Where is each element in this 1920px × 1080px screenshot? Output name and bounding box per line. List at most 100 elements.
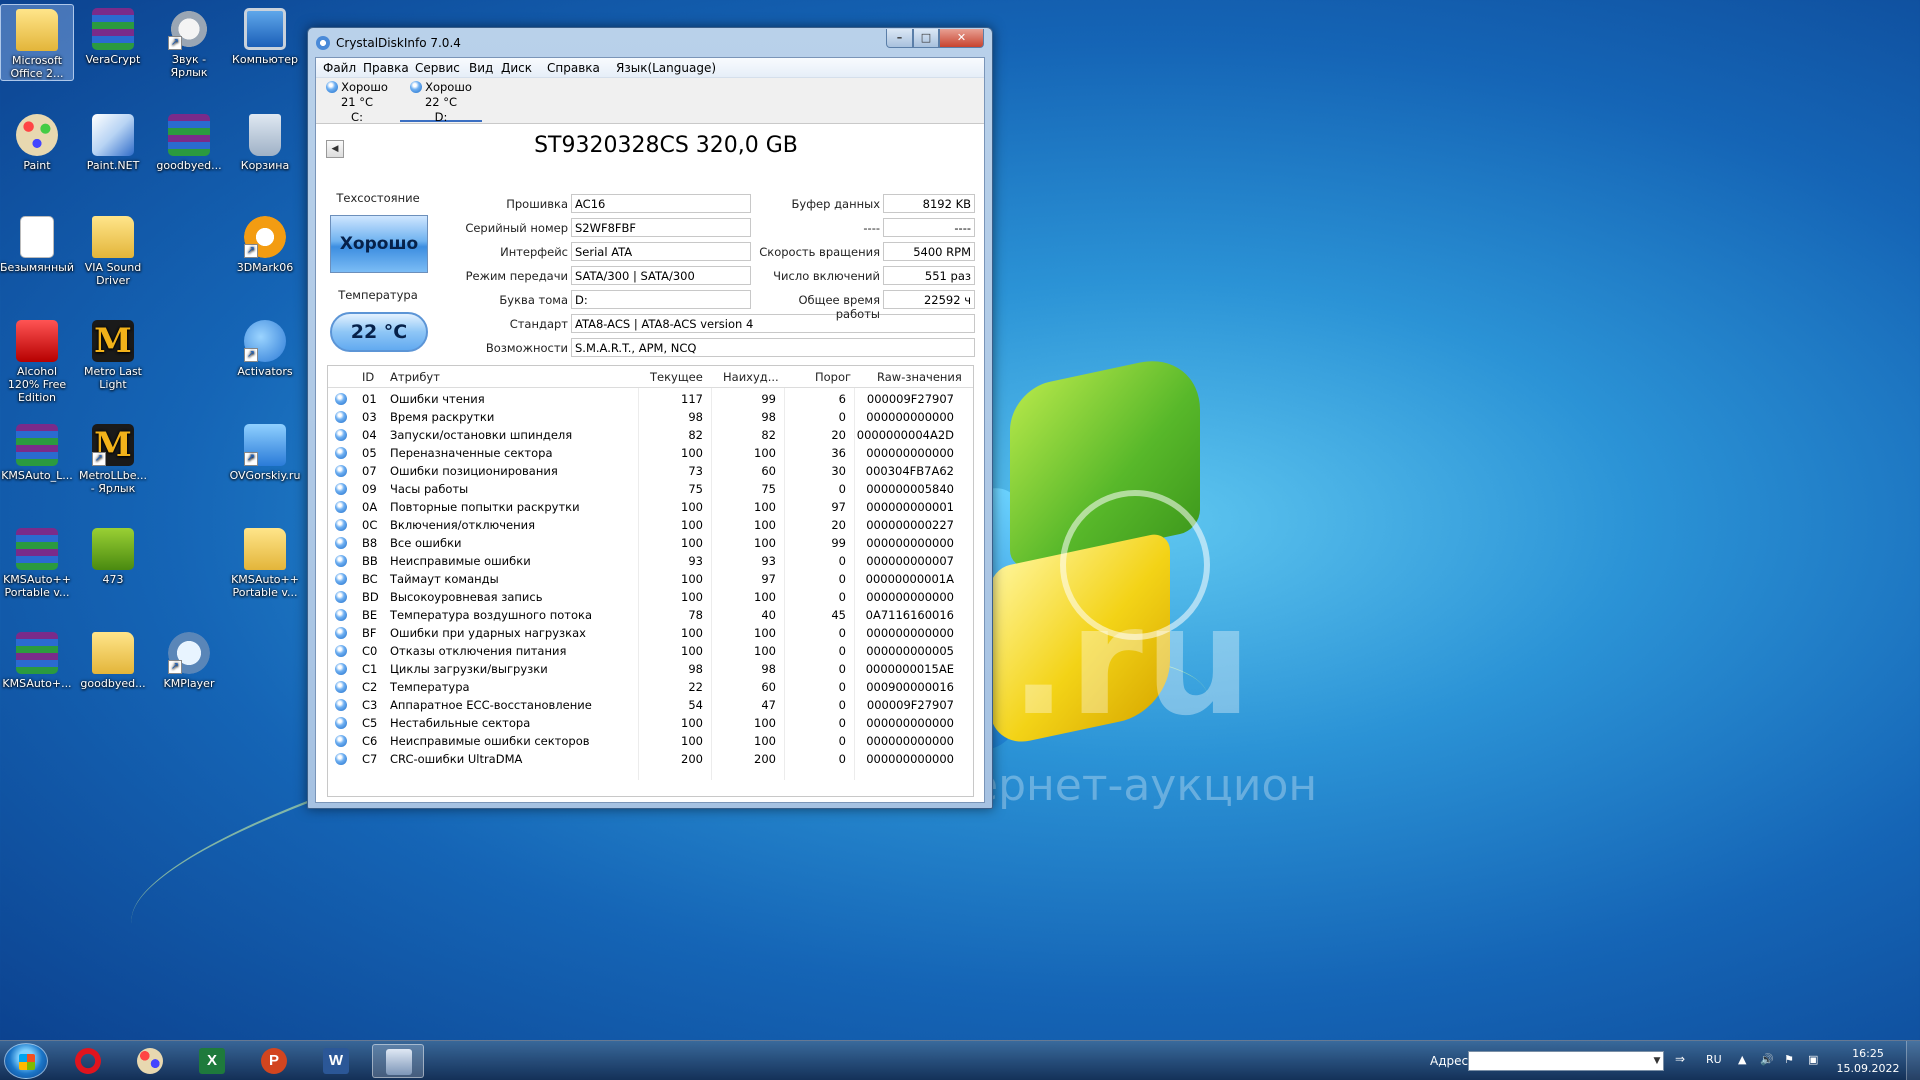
desktop-icon-n473[interactable]: 473 — [76, 524, 150, 586]
cell-raw: 0000000004A2D — [856, 428, 954, 442]
taskbar-crystaldiskinfo[interactable] — [372, 1044, 424, 1078]
minimize-button[interactable]: – — [886, 29, 913, 48]
start-button[interactable] — [4, 1043, 48, 1079]
window-title: CrystalDiskInfo 7.0.4 — [336, 36, 461, 50]
table-row[interactable]: BE Температура воздушного потока 78 40 45 0A7… — [328, 606, 973, 624]
maximize-button[interactable]: □ — [913, 29, 939, 48]
app-icon — [316, 36, 330, 50]
table-row[interactable]: 01 Ошибки чтения 117 99 6 000009F27907 — [328, 390, 973, 408]
model-row: ◀ ST9320328CS 320,0 GB — [316, 124, 984, 160]
network-icon[interactable]: ▣ — [1808, 1053, 1818, 1066]
volume-icon[interactable]: 🔊 — [1760, 1053, 1774, 1066]
desktop-icon-goodbyed1[interactable]: goodbyed... — [152, 110, 226, 172]
desktop-icon-office[interactable]: Microsoft Office 2... — [0, 4, 74, 81]
menu-file[interactable]: Файл — [323, 61, 356, 75]
desktop-icon-kmsauto3[interactable]: KMSAuto++ Portable v... — [228, 524, 302, 599]
close-button[interactable]: ✕ — [939, 29, 984, 48]
table-row[interactable]: 05 Переназначенные сектора 100 100 36 0000000… — [328, 444, 973, 462]
desktop-icon-kmsauto1[interactable]: KMSAuto_L... — [0, 420, 74, 482]
table-row[interactable]: 04 Запуски/остановки шпинделя 82 82 20 000000… — [328, 426, 973, 444]
table-row[interactable]: C3 Аппаратное ECC-восстановление 54 47 0 0000… — [328, 696, 973, 714]
desktop-icon-label: goodbyed... — [80, 677, 146, 690]
table-row[interactable]: BD Высокоуровневая запись 100 100 0 000000000… — [328, 588, 973, 606]
taskbar-paint[interactable] — [124, 1044, 176, 1078]
cell-attr: CRC-ошибки UltraDMA — [390, 752, 523, 766]
table-row[interactable]: 0A Повторные попытки раскрутки 100 100 97 000… — [328, 498, 973, 516]
desktop-icon-veracrypt[interactable]: VeraCrypt — [76, 4, 150, 66]
table-row[interactable]: BB Неисправимые ошибки 93 93 0 000000000007 — [328, 552, 973, 570]
language-indicator[interactable]: RU — [1706, 1053, 1722, 1066]
table-row[interactable]: 0C Включения/отключения 100 100 20 0000000002… — [328, 516, 973, 534]
menu-language[interactable]: Язык(Language) — [616, 61, 716, 75]
status-dot-icon — [335, 717, 347, 729]
table-row[interactable]: C1 Циклы загрузки/выгрузки 98 98 0 0000000015… — [328, 660, 973, 678]
menu-service[interactable]: Сервис — [415, 61, 460, 75]
poweron-hours-value: 22592 ч — [883, 290, 975, 309]
table-row[interactable]: C7 CRC-ошибки UltraDMA 200 200 0 000000000000 — [328, 750, 973, 768]
col-attribute[interactable]: Атрибут — [390, 370, 440, 384]
address-input[interactable] — [1468, 1051, 1664, 1071]
menu-help[interactable]: Справка — [547, 61, 600, 75]
taskbar-excel[interactable]: X — [186, 1044, 238, 1078]
disk-status: Хорошо — [425, 80, 472, 94]
cell-threshold: 0 — [838, 644, 846, 658]
desktop-icon-recycle[interactable]: Корзина — [228, 110, 302, 172]
desktop-icon-3dmark[interactable]: ↗ 3DMark06 — [228, 212, 302, 274]
table-row[interactable]: BF Ошибки при ударных нагрузках 100 100 0 000… — [328, 624, 973, 642]
table-row[interactable]: 07 Ошибки позиционирования 73 60 30 000304FB7… — [328, 462, 973, 480]
menu-view[interactable]: Вид — [469, 61, 493, 75]
desktop-icon-metrollbe[interactable]: M ↗ MetroLLbe... - Ярлык — [76, 420, 150, 495]
table-row[interactable]: B8 Все ошибки 100 100 99 000000000000 — [328, 534, 973, 552]
cell-raw: 000000000000 — [866, 716, 954, 730]
health-status[interactable]: Хорошо — [330, 215, 428, 273]
desktop-icon-paint[interactable]: Paint — [0, 110, 74, 172]
interface-label: Интерфейс — [500, 245, 568, 259]
taskbar-opera[interactable] — [62, 1044, 114, 1078]
desktop-icon-kmsauto2[interactable]: KMSAuto++ Portable v... — [0, 524, 74, 599]
smart-table[interactable]: ID Атрибут Текущее Наихуд... Порог Raw-з… — [327, 365, 974, 797]
taskbar-word[interactable]: W — [310, 1044, 362, 1078]
cell-id: C3 — [362, 698, 378, 712]
desktop-icon-unnamed[interactable]: Безымянный — [0, 212, 74, 274]
table-row[interactable]: C0 Отказы отключения питания 100 100 0 000000… — [328, 642, 973, 660]
disk-tab-d[interactable]: Хорошо 22 °C D: — [400, 80, 482, 124]
tray-expand-icon[interactable]: ▲ — [1738, 1053, 1746, 1066]
desktop-icon-metrolast[interactable]: M Metro Last Light — [76, 316, 150, 391]
table-row[interactable]: BC Таймаут команды 100 97 0 00000000001A — [328, 570, 973, 588]
table-row[interactable]: C5 Нестабильные сектора 100 100 0 00000000000… — [328, 714, 973, 732]
action-center-icon[interactable]: ⚑ — [1784, 1053, 1794, 1066]
desktop-icon-kmplayer[interactable]: ↗ KMPlayer — [152, 628, 226, 690]
col-current[interactable]: Текущее — [650, 370, 703, 384]
table-row[interactable]: 09 Часы работы 75 75 0 000000005840 — [328, 480, 973, 498]
temperature-value[interactable]: 22 °C — [330, 312, 428, 352]
desktop-icon-activators[interactable]: ↗ Activators — [228, 316, 302, 378]
desktop-icon-computer[interactable]: Компьютер — [228, 4, 302, 66]
taskbar-powerpoint[interactable]: P — [248, 1044, 300, 1078]
menu-edit[interactable]: Правка — [363, 61, 409, 75]
table-row[interactable]: 03 Время раскрутки 98 98 0 000000000000 — [328, 408, 973, 426]
desktop-icon-sound[interactable]: ↗ Звук - Ярлык — [152, 4, 226, 79]
title-bar[interactable]: CrystalDiskInfo 7.0.4 – □ ✕ — [308, 28, 992, 58]
desktop-icon-viasound[interactable]: VIA Sound Driver — [76, 212, 150, 287]
col-threshold[interactable]: Порог — [815, 370, 851, 384]
table-row[interactable]: C2 Температура 22 60 0 000900000016 — [328, 678, 973, 696]
desktop-icon-goodbyed2[interactable]: goodbyed... — [76, 628, 150, 690]
chevron-down-icon[interactable]: ▼ — [1650, 1052, 1664, 1070]
go-arrow-icon[interactable]: ⇒ — [1670, 1052, 1690, 1070]
table-row[interactable]: C6 Неисправимые ошибки секторов 100 100 0 000… — [328, 732, 973, 750]
clock[interactable]: 16:25 15.09.2022 — [1836, 1046, 1900, 1076]
col-id[interactable]: ID — [362, 370, 374, 384]
show-desktop-button[interactable] — [1906, 1041, 1920, 1080]
desktop-icon-paintnet[interactable]: Paint.NET — [76, 110, 150, 172]
desktop-icon-ovgorskiy[interactable]: ↗ OVGorskiy.ru — [228, 420, 302, 482]
previous-disk-button[interactable]: ◀ — [326, 140, 344, 158]
disk-tab-c[interactable]: Хорошо 21 °C C: — [316, 80, 398, 124]
cell-attr: Отказы отключения питания — [390, 644, 567, 658]
col-worst[interactable]: Наихуд... — [723, 370, 779, 384]
taskbar: X P W Адрес ▼ ⇒ RU ▲ 🔊 ⚑ ▣ 16:25 15.09.2… — [0, 1040, 1920, 1080]
menu-disk[interactable]: Диск — [501, 61, 532, 75]
desktop-icon-kmsauto4[interactable]: KMSAuto+... — [0, 628, 74, 690]
desktop-icon-alcohol[interactable]: Alcohol 120% Free Edition — [0, 316, 74, 404]
col-raw[interactable]: Raw-значения — [877, 370, 962, 384]
cell-attr: Переназначенные сектора — [390, 446, 553, 460]
